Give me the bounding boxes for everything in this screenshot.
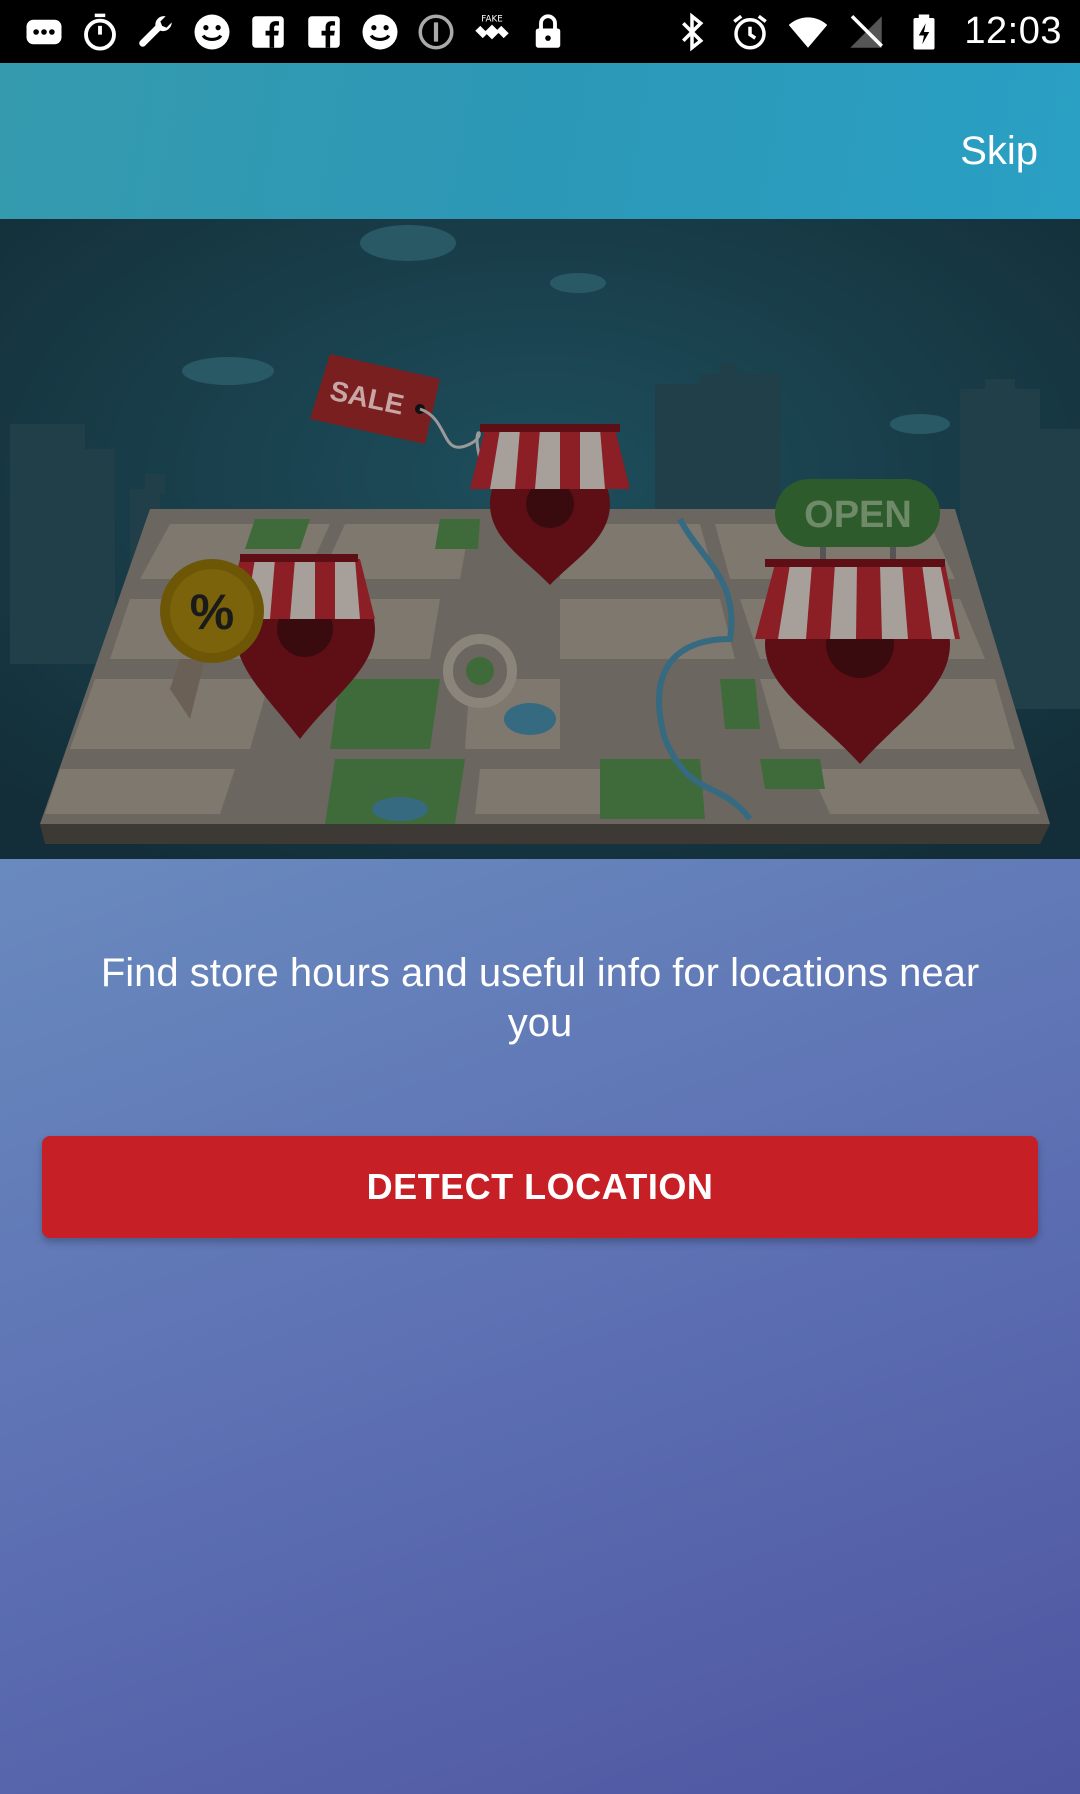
stopwatch-icon [78, 10, 122, 54]
no-signal-icon [844, 10, 888, 54]
satellite-icon: FAKE [470, 10, 514, 54]
wrench-icon [134, 10, 178, 54]
info-circle-icon [414, 10, 458, 54]
notification-icons: FAKE [22, 0, 570, 63]
svg-text:FAKE: FAKE [481, 14, 502, 24]
discount-badge-text: % [190, 584, 234, 640]
store-map-illustration: SALE OPEN % [0, 219, 1080, 859]
status-bar: FAKE 12:03 [0, 0, 1080, 63]
messages-icon [22, 10, 66, 54]
hero-illustration: SALE OPEN % [0, 219, 1080, 859]
facebook-icon [246, 10, 290, 54]
skip-button[interactable]: Skip [960, 129, 1038, 174]
detect-location-button[interactable]: DETECT LOCATION [42, 1136, 1038, 1238]
app-bar: Skip [0, 63, 1080, 219]
smiley-icon [190, 10, 234, 54]
open-sign-text: OPEN [804, 494, 912, 536]
clock: 12:03 [964, 10, 1062, 52]
bluetooth-icon [670, 10, 714, 54]
lock-icon [526, 10, 570, 54]
smiley-icon [358, 10, 402, 54]
system-status-icons: 12:03 [670, 0, 1062, 63]
battery-charging-icon [902, 10, 946, 54]
wifi-icon [786, 10, 830, 54]
alarm-icon [728, 10, 772, 54]
onboarding-tagline: Find store hours and useful info for loc… [100, 951, 980, 1045]
facebook-icon [302, 10, 346, 54]
